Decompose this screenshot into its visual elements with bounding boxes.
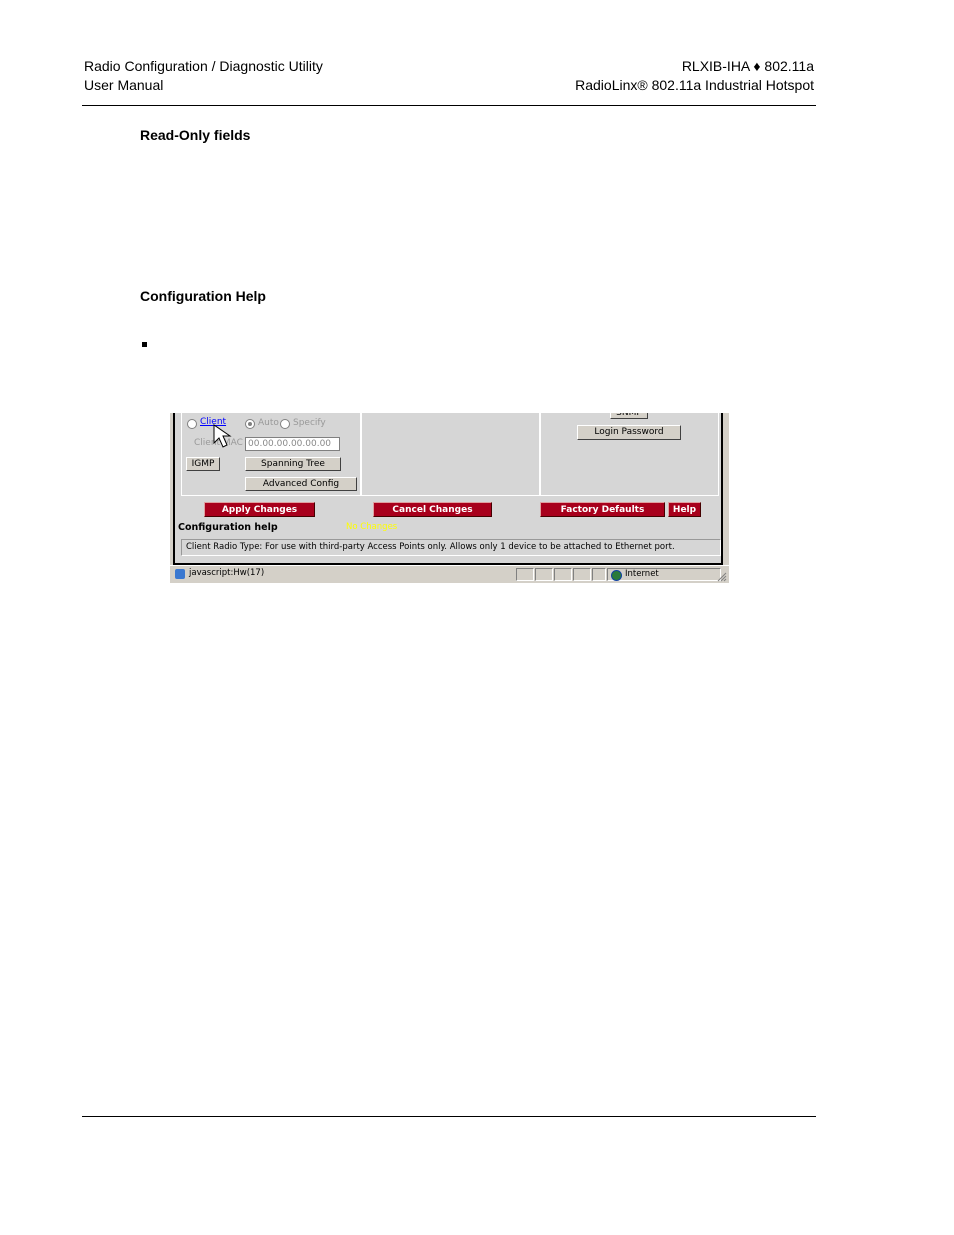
status-cell [592,568,606,581]
status-zone-cell: Internet [607,568,721,581]
section-title-read-only: Read-Only fields [140,127,251,143]
client-radio[interactable] [187,419,197,429]
factory-defaults-button[interactable]: Factory Defaults [540,502,665,517]
mouse-pointer-icon [213,424,232,448]
cancel-changes-button[interactable]: Cancel Changes [373,502,492,517]
status-cell [573,568,591,581]
status-cell [535,568,553,581]
resize-grip-icon[interactable] [717,572,727,582]
header-right: RLXIB-IHA ♦ 802.11a RadioLinx® 802.11a I… [575,57,814,95]
left-panel: Client Auto Specify Client MAC 00.00.00.… [181,413,361,496]
status-url: javascript:Hw(17) [189,568,265,578]
product-name: RadioLinx® 802.11a Industrial Hotspot [575,77,814,93]
status-cell [516,568,534,581]
igmp-button[interactable]: IGMP [186,457,220,471]
ie-page-icon [175,569,185,579]
globe-icon [611,570,622,581]
browser-status-bar: javascript:Hw(17) Internet [170,565,729,583]
configuration-help-label: Configuration help [178,522,278,533]
bullet-marker [142,342,147,347]
advanced-config-button[interactable]: Advanced Config [245,477,357,491]
apply-changes-button[interactable]: Apply Changes [204,502,315,517]
help-button[interactable]: Help [668,502,701,517]
document-subtitle: User Manual [84,77,164,93]
specify-radio[interactable] [280,419,290,429]
auto-radio-label: Auto [258,418,279,428]
status-zone: Internet [625,569,659,579]
config-window: Client Auto Specify Client MAC 00.00.00.… [173,413,723,565]
header-divider [82,105,816,106]
document-title: Radio Configuration / Diagnostic Utility [84,58,323,74]
specify-radio-label: Specify [293,418,326,428]
header-left: Radio Configuration / Diagnostic Utility… [84,57,323,95]
section-title-config-help: Configuration Help [140,288,266,304]
spanning-tree-button[interactable]: Spanning Tree [245,457,341,471]
product-model: RLXIB-IHA ♦ 802.11a [681,58,814,74]
status-url-cell: javascript:Hw(17) [172,568,515,581]
login-password-button[interactable]: Login Password [577,425,681,440]
right-panel: SNMP Login Password [539,413,719,496]
auto-radio[interactable] [245,419,255,429]
client-mac-field[interactable]: 00.00.00.00.00.00 [245,437,340,451]
help-text-box: Client Radio Type: For use with third-pa… [181,539,721,556]
footer-divider [82,1116,816,1117]
status-cell [554,568,572,581]
no-changes-status: No Changes [346,522,398,532]
middle-panel [361,413,541,496]
embedded-screenshot: Client Auto Specify Client MAC 00.00.00.… [170,413,729,583]
snmp-button[interactable]: SNMP [610,413,648,419]
